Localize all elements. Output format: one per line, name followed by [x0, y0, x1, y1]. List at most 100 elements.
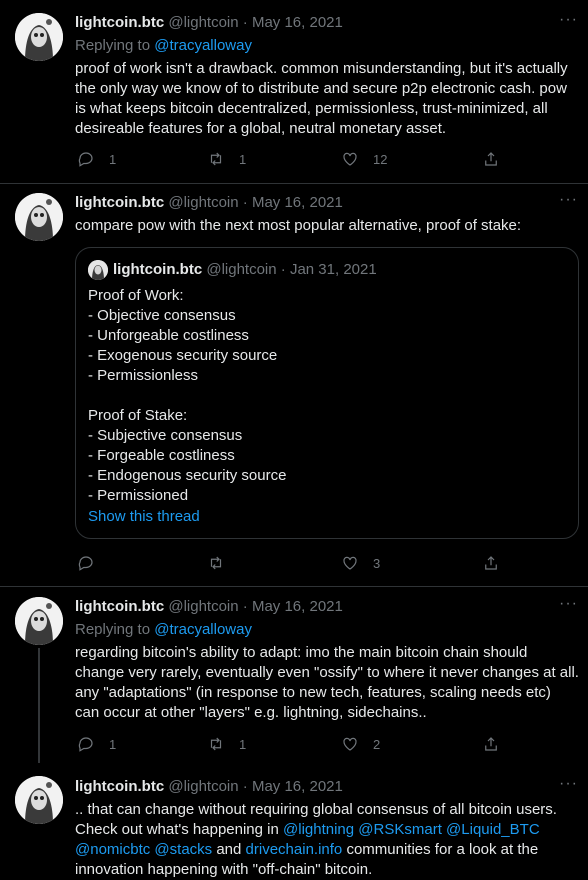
- more-icon[interactable]: ···: [559, 191, 578, 209]
- tweet-3[interactable]: lightcoin.btc @lightcoin · May 16, 2021 …: [0, 587, 588, 767]
- more-icon[interactable]: ···: [559, 11, 578, 29]
- tweet-text-line: @nomicbtc @stacks and drivechain.info co…: [75, 840, 580, 860]
- tweet-text-line: the only way we know of to distribute an…: [75, 80, 567, 97]
- avatar[interactable]: [15, 13, 63, 61]
- share-icon: [485, 737, 497, 751]
- tweet-date[interactable]: May 16, 2021: [252, 778, 343, 795]
- tweet-1[interactable]: lightcoin.btc @lightcoin · May 16, 2021 …: [0, 0, 588, 183]
- tweet-text: regarding bitcoin's ability to adapt: im…: [75, 643, 580, 723]
- replying-to-handle[interactable]: @tracyalloway: [154, 621, 252, 638]
- quoted-text-line: Proof of Work:: [88, 287, 184, 304]
- quoted-tweet-text: Proof of Work: - Objective consensus - U…: [88, 286, 286, 506]
- author-name[interactable]: lightcoin.btc: [75, 598, 164, 615]
- mention-nomicbtc[interactable]: @nomicbtc: [75, 841, 150, 858]
- tweet-text-line: .. that can change without requiring glo…: [75, 801, 557, 818]
- tweet-date[interactable]: May 16, 2021: [252, 598, 343, 615]
- avatar[interactable]: [15, 776, 63, 824]
- retweet-icon: [210, 737, 222, 751]
- text-segment: Check out what's happening in: [75, 821, 284, 838]
- quoted-text-line: - Exogenous security source: [88, 347, 278, 364]
- more-icon[interactable]: ···: [559, 595, 578, 613]
- reply-button[interactable]: [77, 554, 109, 572]
- reply-icon: [78, 737, 93, 752]
- like-count: 12: [373, 151, 388, 167]
- mention-stacks[interactable]: @stacks: [154, 841, 212, 858]
- tweet-actions: 1 1 12: [75, 150, 505, 170]
- like-button[interactable]: 12: [341, 150, 387, 168]
- replying-to-prefix: Replying to: [75, 37, 155, 54]
- tweet-2[interactable]: lightcoin.btc @lightcoin · May 16, 2021 …: [0, 184, 588, 586]
- separator-dot: ·: [242, 14, 248, 31]
- quoted-tweet-date: Jan 31, 2021: [289, 261, 377, 278]
- reply-icon: [78, 152, 93, 167]
- reply-button[interactable]: 1: [77, 735, 116, 753]
- separator-dot: ·: [242, 194, 248, 211]
- tweet-header: lightcoin.btc @lightcoin · May 16, 2021: [75, 597, 343, 617]
- reply-button[interactable]: 1: [77, 150, 116, 168]
- more-icon[interactable]: ···: [559, 775, 578, 793]
- quoted-text-line: - Subjective consensus: [88, 427, 243, 444]
- author-handle[interactable]: @lightcoin: [168, 194, 238, 211]
- retweet-button[interactable]: 1: [207, 735, 246, 753]
- share-button[interactable]: [482, 735, 500, 753]
- tweet-text-line: desireable features for a global, neutra…: [75, 120, 447, 137]
- quoted-tweet[interactable]: lightcoin.btc @lightcoin · Jan 31, 2021 …: [75, 247, 579, 539]
- tweet-text-line: innovation happening with "off-chain" bi…: [75, 861, 373, 878]
- reply-count: 1: [109, 736, 117, 752]
- tweet-4[interactable]: lightcoin.btc @lightcoin · May 16, 2021 …: [0, 767, 588, 880]
- avatar[interactable]: [15, 597, 63, 645]
- retweet-count: 1: [239, 736, 247, 752]
- like-count: 2: [373, 736, 381, 752]
- share-button[interactable]: [482, 554, 500, 572]
- tweet-text-line: regarding bitcoin's ability to adapt: im…: [75, 644, 528, 661]
- tweet-text-line: any "adaptations" (in response to new te…: [75, 684, 551, 701]
- tweet-text-line: is what keeps bitcoin decentralized, per…: [75, 100, 548, 117]
- replying-to: Replying to @tracyalloway: [75, 36, 252, 56]
- tweet-date[interactable]: May 16, 2021: [252, 14, 343, 31]
- replying-to: Replying to @tracyalloway: [75, 620, 252, 640]
- avatar[interactable]: [15, 193, 63, 241]
- tweet-date[interactable]: May 16, 2021: [252, 194, 343, 211]
- drivechain-link[interactable]: drivechain.info: [246, 841, 343, 858]
- like-icon: [343, 556, 357, 570]
- author-handle[interactable]: @lightcoin: [168, 598, 238, 615]
- tweet-text-line: Check out what's happening in @lightning…: [75, 820, 580, 840]
- tweet-text: compare pow with the next most popular a…: [75, 216, 580, 236]
- author-name[interactable]: lightcoin.btc: [75, 778, 164, 795]
- replying-to-handle[interactable]: @tracyalloway: [154, 37, 252, 54]
- show-this-thread-link[interactable]: Show this thread: [88, 508, 200, 525]
- tweet-text: .. that can change without requiring glo…: [75, 800, 580, 880]
- tweet-header: lightcoin.btc @lightcoin · May 16, 2021: [75, 13, 343, 33]
- like-button[interactable]: 2: [341, 735, 380, 753]
- author-name[interactable]: lightcoin.btc: [75, 14, 164, 31]
- author-handle[interactable]: @lightcoin: [168, 778, 238, 795]
- author-name[interactable]: lightcoin.btc: [75, 194, 164, 211]
- text-segment: and: [212, 841, 246, 858]
- tweet-text-line: proof of work isn't a drawback. common m…: [75, 60, 568, 77]
- retweet-button[interactable]: [207, 554, 239, 572]
- quoted-text-line: - Endogenous security source: [88, 467, 287, 484]
- mention-liquid-btc[interactable]: @Liquid_BTC: [446, 821, 540, 838]
- quoted-author-name: lightcoin.btc: [113, 261, 203, 278]
- author-handle[interactable]: @lightcoin: [168, 14, 238, 31]
- quoted-tweet-header: lightcoin.btc @lightcoin · Jan 31, 2021: [88, 260, 377, 280]
- reply-icon: [78, 556, 93, 571]
- quoted-text-line: - Objective consensus: [88, 307, 236, 324]
- separator-dot: ·: [280, 261, 286, 278]
- tweet-text-line: compare pow with the next most popular a…: [75, 217, 522, 234]
- tweet-text-line: change very rarely, eventually even "oss…: [75, 664, 579, 681]
- separator-dot: ·: [242, 598, 248, 615]
- quoted-text-line: - Permissioned: [88, 487, 189, 504]
- like-button[interactable]: 3: [341, 554, 380, 572]
- quoted-text-line: - Forgeable costliness: [88, 447, 235, 464]
- replying-to-prefix: Replying to: [75, 621, 155, 638]
- share-icon: [485, 556, 497, 570]
- mention-lightning[interactable]: @lightning: [283, 821, 354, 838]
- mention-rsksmart[interactable]: @RSKsmart: [358, 821, 442, 838]
- retweet-button[interactable]: 1: [207, 150, 246, 168]
- quoted-text-line: [88, 386, 286, 406]
- share-icon: [485, 152, 497, 166]
- retweet-icon: [210, 556, 222, 570]
- tweet-actions: 3: [75, 554, 505, 574]
- share-button[interactable]: [482, 150, 500, 168]
